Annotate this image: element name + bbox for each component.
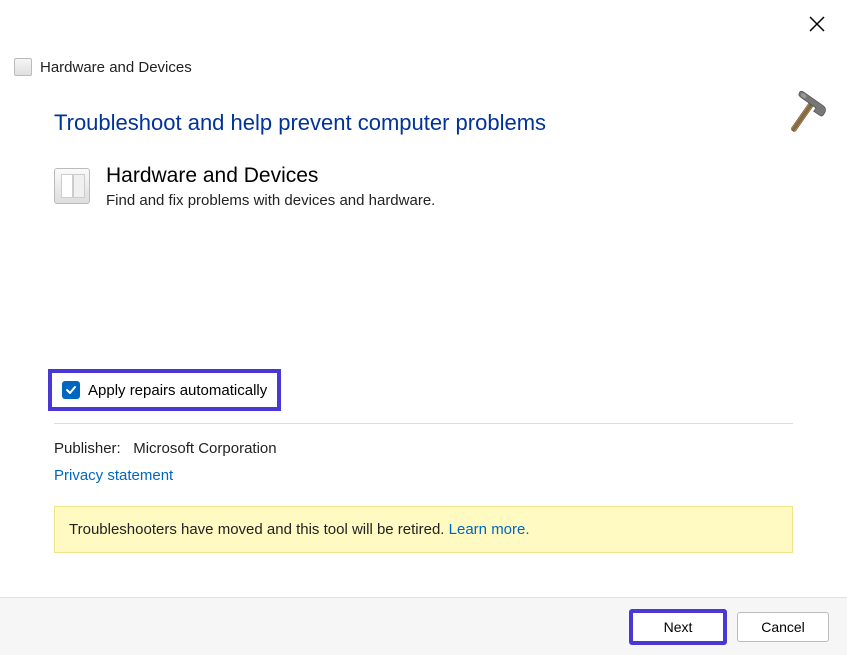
- hammer-icon: [777, 90, 829, 147]
- troubleshooter-description: Find and fix problems with devices and h…: [106, 192, 435, 209]
- next-button[interactable]: Next: [629, 609, 727, 645]
- publisher-row: Publisher: Microsoft Corporation: [54, 440, 793, 457]
- close-icon: [809, 16, 825, 32]
- dialog-footer: Next Cancel: [0, 597, 847, 655]
- page-heading: Troubleshoot and help prevent computer p…: [54, 110, 793, 136]
- apply-repairs-option[interactable]: Apply repairs automatically: [48, 369, 281, 411]
- apply-repairs-label: Apply repairs automatically: [88, 382, 267, 399]
- publisher-value: Microsoft Corporation: [133, 440, 276, 457]
- divider: [54, 423, 793, 424]
- privacy-statement-link[interactable]: Privacy statement: [54, 467, 793, 484]
- window-header: Hardware and Devices: [0, 0, 847, 76]
- checkmark-icon: [65, 384, 77, 396]
- learn-more-link[interactable]: Learn more.: [449, 521, 530, 538]
- window-title: Hardware and Devices: [40, 59, 192, 76]
- retirement-notice: Troubleshooters have moved and this tool…: [54, 506, 793, 553]
- apply-repairs-checkbox[interactable]: [62, 381, 80, 399]
- publisher-label: Publisher:: [54, 440, 121, 457]
- notice-text: Troubleshooters have moved and this tool…: [69, 521, 449, 538]
- hardware-devices-icon: [54, 168, 90, 204]
- troubleshooter-icon: [14, 58, 32, 76]
- cancel-button[interactable]: Cancel: [737, 612, 829, 642]
- troubleshooter-title: Hardware and Devices: [106, 164, 435, 188]
- close-button[interactable]: [805, 12, 829, 36]
- troubleshooter-item: Hardware and Devices Find and fix proble…: [54, 164, 793, 209]
